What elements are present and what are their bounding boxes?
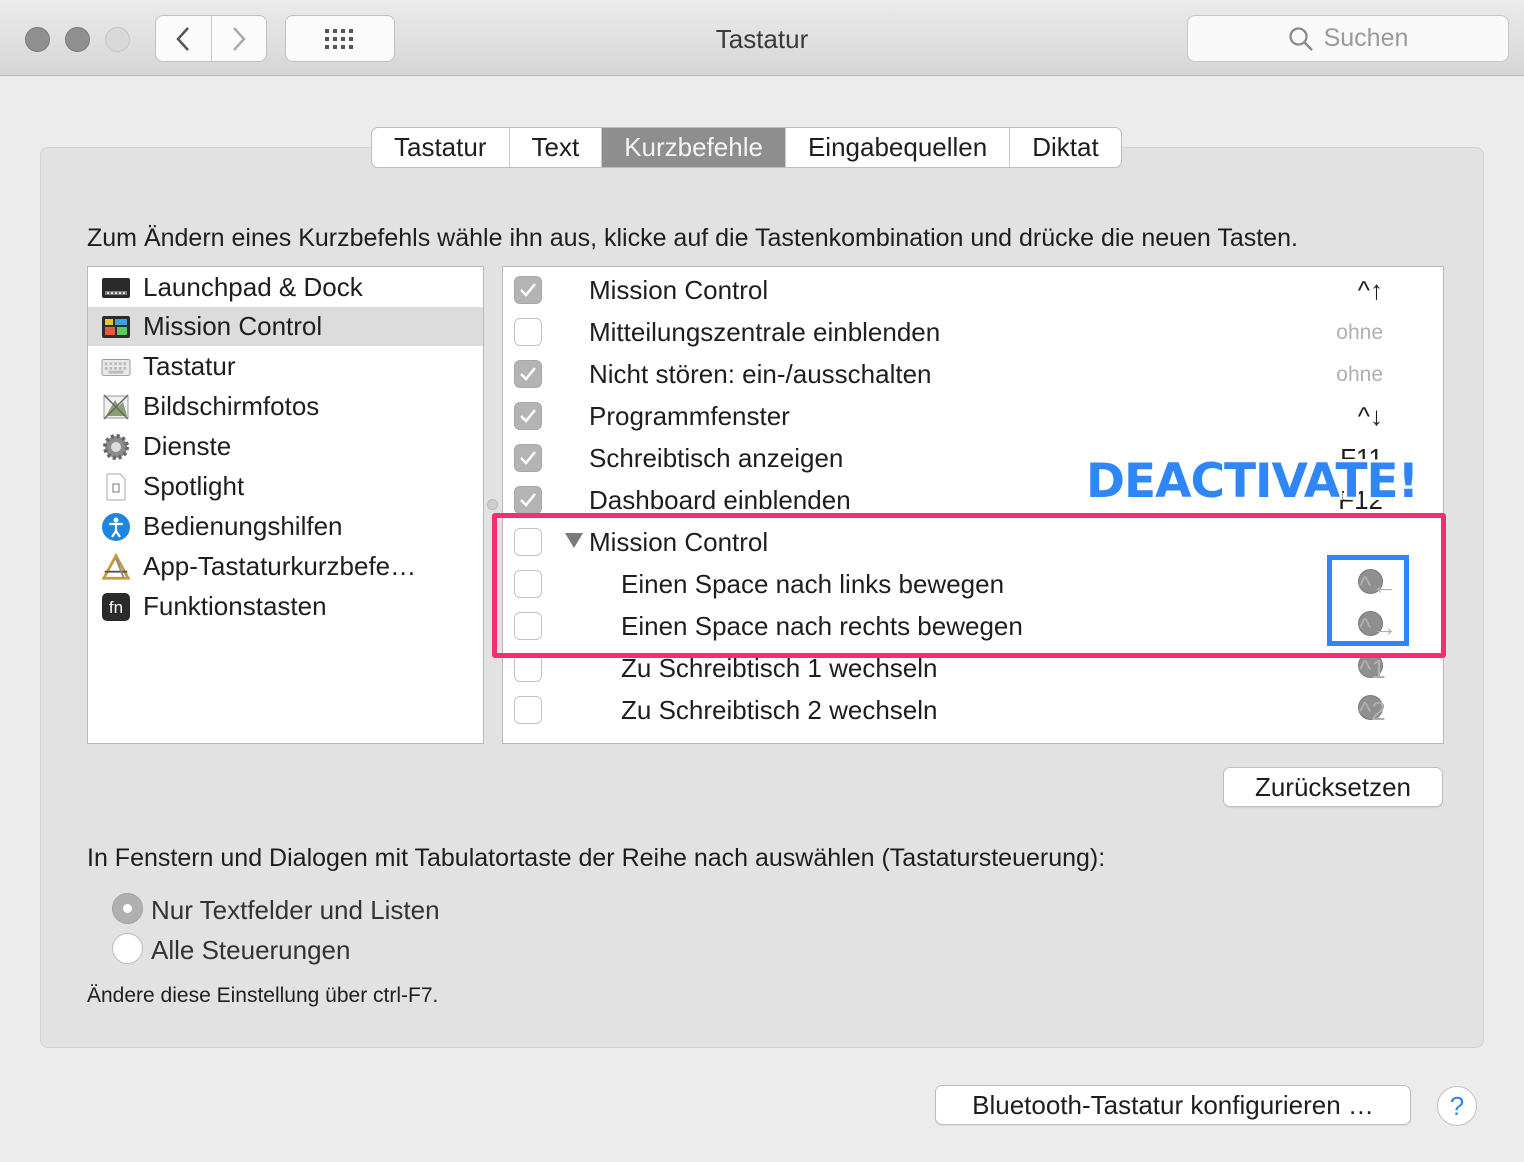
category-label: Dienste bbox=[143, 431, 232, 461]
shortcut-label: Dashboard einblenden bbox=[589, 485, 851, 515]
checkmark-icon bbox=[520, 493, 536, 507]
shortcut-checkbox[interactable] bbox=[514, 402, 542, 430]
shortcut-checkbox[interactable] bbox=[514, 360, 542, 388]
shortcut-row[interactable]: Mission Control ^↑ bbox=[503, 269, 1443, 311]
bluetooth-keyboard-button[interactable]: Bluetooth-Tastatur konfigurieren … bbox=[935, 1085, 1411, 1125]
category-label: Launchpad & Dock bbox=[143, 272, 363, 302]
shortcut-label: Mission Control bbox=[589, 275, 769, 305]
title-bar: Tastatur Suchen bbox=[0, 0, 1524, 76]
shortcut-row[interactable]: Mitteilungszentrale einblenden ohne bbox=[503, 311, 1443, 353]
category-label: Funktionstasten bbox=[143, 591, 327, 621]
radio-label: Alle Steuerungen bbox=[151, 935, 351, 965]
annotation-key-box bbox=[1327, 555, 1409, 646]
tab-bar: Tastatur Text Kurzbefehle Eingabequellen… bbox=[371, 127, 1122, 168]
shortcut-label: Nicht stören: ein-/ausschalten bbox=[589, 359, 932, 389]
tab-tastatur[interactable]: Tastatur bbox=[372, 128, 509, 167]
shortcut-label: Schreibtisch anzeigen bbox=[589, 443, 844, 473]
shortcut-checkbox[interactable] bbox=[514, 654, 542, 682]
shortcut-row[interactable]: Nicht stören: ein-/ausschalten ohne bbox=[503, 353, 1443, 395]
category-label: Tastatur bbox=[143, 351, 236, 381]
category-dienste[interactable]: Dienste bbox=[88, 427, 483, 466]
category-list: Launchpad & Dock Mission Control Tastatu… bbox=[87, 266, 484, 744]
help-button[interactable]: ? bbox=[1437, 1086, 1477, 1126]
shortcut-row[interactable]: Programmfenster ^↓ bbox=[503, 395, 1443, 437]
instruction-text: Zum Ändern eines Kurzbefehls wähle ihn a… bbox=[87, 224, 1298, 252]
accessibility-icon bbox=[101, 512, 131, 542]
radio-label: Nur Textfelder und Listen bbox=[151, 895, 440, 925]
shortcut-checkbox[interactable] bbox=[514, 486, 542, 514]
category-label: Bildschirmfotos bbox=[143, 391, 320, 421]
shortcut-label: Zu Schreibtisch 2 wechseln bbox=[621, 695, 938, 725]
shortcut-label: Programmfenster bbox=[589, 401, 790, 431]
tab-eingabequellen[interactable]: Eingabequellen bbox=[784, 128, 1009, 167]
shortcut-checkbox[interactable] bbox=[514, 696, 542, 724]
split-view-handle[interactable] bbox=[487, 499, 498, 510]
mission-control-icon bbox=[101, 312, 131, 342]
app-shortcuts-icon bbox=[101, 552, 131, 582]
tab-diktat[interactable]: Diktat bbox=[1009, 128, 1120, 167]
category-mission-control[interactable]: Mission Control bbox=[88, 307, 483, 346]
radio-text-fields-lists[interactable] bbox=[112, 893, 143, 924]
checkmark-icon bbox=[520, 451, 536, 465]
spotlight-document-icon bbox=[101, 472, 131, 502]
category-tastatur[interactable]: Tastatur bbox=[88, 347, 483, 386]
checkmark-icon bbox=[520, 367, 536, 381]
shortcut-checkbox[interactable] bbox=[514, 318, 542, 346]
shortcut-checkbox[interactable] bbox=[514, 276, 542, 304]
services-gear-icon bbox=[101, 432, 131, 462]
tab-navigation-note: Ändere diese Einstellung über ctrl-F7. bbox=[87, 984, 439, 1007]
shortcut-label: Mitteilungszentrale einblenden bbox=[589, 317, 941, 347]
keyboard-icon bbox=[101, 352, 131, 382]
reset-button[interactable]: Zurücksetzen bbox=[1223, 767, 1443, 807]
shortcut-key[interactable]: ohne bbox=[1336, 363, 1383, 387]
category-spotlight[interactable]: Spotlight bbox=[88, 467, 483, 506]
shortcut-key[interactable]: ohne bbox=[1336, 321, 1383, 345]
launchpad-dock-icon bbox=[101, 273, 131, 303]
checkmark-icon bbox=[520, 283, 536, 297]
svg-text:fn: fn bbox=[109, 598, 123, 617]
annotation-highlight-box bbox=[492, 513, 1446, 658]
radio-all-controls[interactable] bbox=[112, 933, 143, 964]
shortcut-checkbox[interactable] bbox=[514, 444, 542, 472]
category-label: App-Tastaturkurzbefe… bbox=[143, 551, 417, 581]
search-field[interactable]: Suchen bbox=[1187, 15, 1509, 62]
shortcut-row[interactable]: Zu Schreibtisch 2 wechseln ^2 bbox=[503, 689, 1443, 731]
shortcut-key[interactable]: ^↑ bbox=[1358, 275, 1383, 306]
category-label: Bedienungshilfen bbox=[143, 511, 343, 541]
tab-text[interactable]: Text bbox=[508, 128, 602, 167]
tab-kurzbefehle[interactable]: Kurzbefehle bbox=[601, 128, 785, 167]
fn-key-icon: fn bbox=[101, 592, 131, 622]
shortcut-key[interactable]: ^↓ bbox=[1358, 401, 1383, 432]
category-label: Mission Control bbox=[143, 311, 323, 341]
category-funktionstasten[interactable]: fn Funktionstasten bbox=[88, 587, 483, 626]
category-app-shortcuts[interactable]: App-Tastaturkurzbefe… bbox=[88, 547, 483, 586]
search-icon bbox=[1288, 26, 1313, 51]
category-launchpad-dock[interactable]: Launchpad & Dock bbox=[88, 268, 483, 307]
checkmark-icon bbox=[520, 409, 536, 423]
screenshot-icon bbox=[101, 392, 131, 422]
category-bildschirmfotos[interactable]: Bildschirmfotos bbox=[88, 387, 483, 426]
annotation-text: DEACTIVATE! bbox=[1086, 454, 1419, 509]
search-placeholder: Suchen bbox=[1323, 24, 1409, 52]
category-bedienungshilfen[interactable]: Bedienungshilfen bbox=[88, 507, 483, 546]
tab-navigation-heading: In Fenstern und Dialogen mit Tabulatorta… bbox=[87, 844, 1106, 872]
category-label: Spotlight bbox=[143, 471, 245, 501]
shortcut-key[interactable]: ^2 bbox=[1358, 695, 1386, 726]
